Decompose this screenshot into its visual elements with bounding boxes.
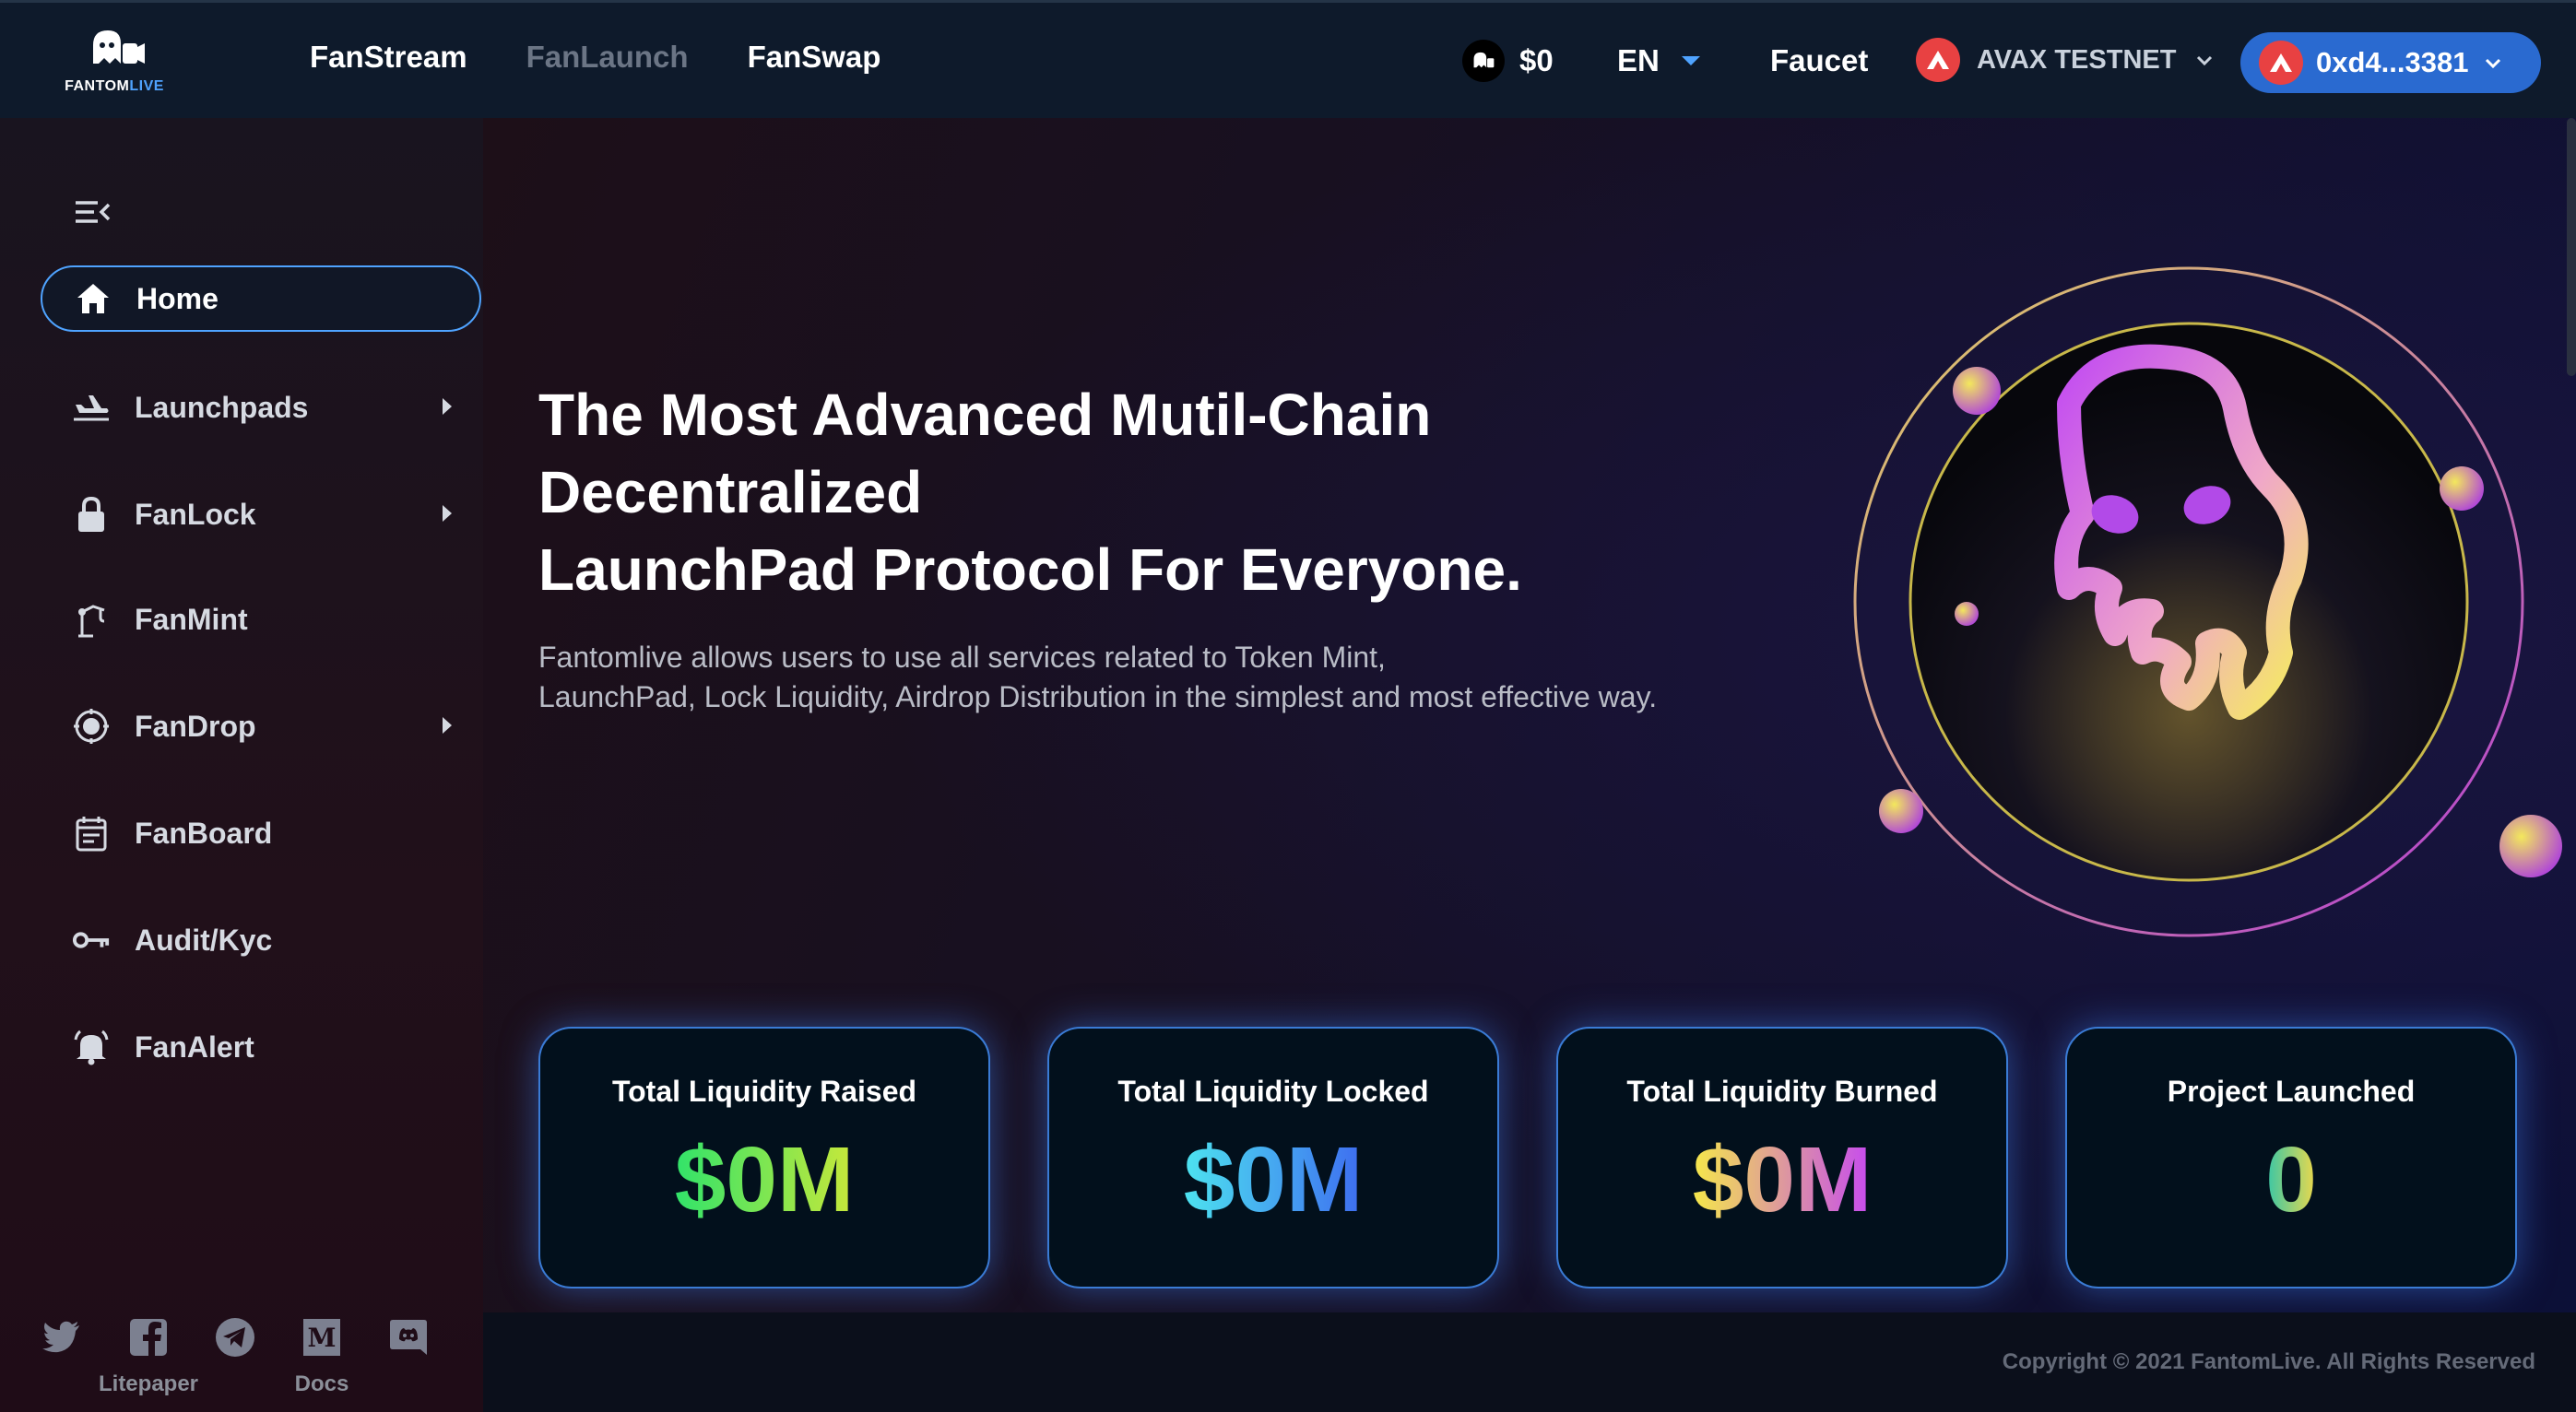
plane-icon [72, 388, 111, 427]
sidebar-item-fandrop[interactable]: FanDrop [41, 693, 481, 759]
litepaper-link[interactable]: Litepaper [99, 1371, 198, 1397]
network-selector[interactable]: AVAX TESTNET [1916, 38, 2216, 82]
facebook-icon [130, 1319, 167, 1356]
discord-icon [390, 1320, 427, 1355]
logo[interactable]: FANTOMLIVE [59, 23, 170, 106]
network-label: AVAX TESTNET [1977, 44, 2177, 75]
parachute-icon [72, 707, 111, 746]
collapse-menu-icon[interactable] [72, 192, 112, 232]
nav-fanlaunch[interactable]: FanLaunch [526, 40, 689, 75]
stat-card-liquidity-locked: Total Liquidity Locked $0M [1047, 1027, 1499, 1288]
chevron-right-icon [443, 398, 452, 415]
ghost-logo-icon [93, 30, 145, 64]
hero-subtitle: Fantomlive allows users to use all servi… [538, 641, 1658, 713]
crane-icon [72, 600, 111, 639]
sidebar-item-fanalert[interactable]: FanAlert [41, 1014, 481, 1080]
sidebar-item-label: Home [136, 281, 219, 315]
chevron-down-icon [2486, 58, 2501, 69]
chevron-right-icon [443, 505, 452, 522]
nav-fanstream[interactable]: FanStream [310, 40, 467, 75]
calendar-icon [72, 814, 111, 853]
balance-value: $0 [1519, 43, 1554, 77]
hero-title: The Most Advanced Mutil-Chain Decentrali… [538, 382, 1522, 603]
telegram-link[interactable] [214, 1316, 256, 1371]
sidebar-item-label: FanBoard [135, 816, 273, 850]
lock-icon [72, 495, 111, 534]
caret-down-icon [1681, 56, 1700, 65]
facebook-link[interactable]: Litepaper [99, 1316, 198, 1397]
ghost-orb-illustration [1853, 266, 2562, 937]
chevron-right-icon [443, 717, 452, 734]
sidebar: Home Launchpads FanLock FanMint FanDrop … [0, 118, 483, 1412]
bell-icon [72, 1028, 111, 1066]
twitter-link[interactable] [41, 1316, 83, 1371]
stat-label: Project Launched [2167, 1075, 2416, 1108]
sidebar-item-label: FanLock [135, 497, 256, 531]
medium-link[interactable]: M Docs [295, 1316, 349, 1397]
ghost-token-icon [1462, 40, 1505, 82]
wallet-address: 0xd4...3381 [2316, 46, 2469, 78]
sidebar-item-label: Launchpads [135, 390, 309, 424]
copyright-text: Copyright © 2021 FantomLive. All Rights … [2002, 1349, 2535, 1374]
social-links-bar: Litepaper M Docs [41, 1316, 430, 1397]
key-icon [72, 921, 111, 959]
docs-link[interactable]: Docs [295, 1371, 349, 1397]
language-selector[interactable]: EN [1617, 43, 1700, 78]
stat-value: $0M [1692, 1128, 1873, 1231]
faucet-link[interactable]: Faucet [1770, 43, 1868, 78]
stat-label: Total Liquidity Locked [1117, 1075, 1429, 1108]
sidebar-item-label: FanMint [135, 602, 248, 636]
sidebar-item-fanlock[interactable]: FanLock [41, 481, 481, 547]
avax-icon [2259, 41, 2303, 85]
avax-icon [1916, 38, 1960, 82]
stat-label: Total Liquidity Raised [611, 1075, 917, 1108]
stat-value: $0M [674, 1128, 855, 1231]
discord-link[interactable] [387, 1316, 430, 1371]
main-nav: FanStream FanLaunch FanSwap [310, 40, 880, 75]
sidebar-item-fanboard[interactable]: FanBoard [41, 800, 481, 866]
sidebar-item-label: FanAlert [135, 1030, 254, 1064]
sidebar-item-audit-kyc[interactable]: Audit/Kyc [41, 907, 481, 973]
twitter-icon [42, 1321, 79, 1353]
stat-value: $0M [1183, 1128, 1364, 1231]
nav-fanswap[interactable]: FanSwap [748, 40, 881, 75]
sidebar-item-launchpads[interactable]: Launchpads [41, 374, 481, 441]
home-icon [74, 279, 112, 318]
stat-label: Total Liquidity Burned [1626, 1075, 1938, 1108]
sidebar-item-label: FanDrop [135, 709, 256, 743]
stat-value: 0 [2265, 1128, 2317, 1231]
stats-cards: Total Liquidity Raised $0M Total Liquidi… [538, 1027, 2517, 1288]
top-navbar: FANTOMLIVE FanStream FanLaunch FanSwap $… [0, 0, 2576, 118]
stat-card-project-launched: Project Launched 0 [2065, 1027, 2517, 1288]
sidebar-item-label: Audit/Kyc [135, 923, 273, 957]
svg-text:M: M [308, 1323, 337, 1353]
sidebar-item-home[interactable]: Home [41, 265, 481, 332]
sidebar-item-fanmint[interactable]: FanMint [41, 586, 481, 653]
token-balance[interactable]: $0 [1462, 40, 1554, 82]
footer: Copyright © 2021 FantomLive. All Rights … [483, 1312, 2576, 1412]
telegram-icon [216, 1318, 254, 1357]
logo-text: FANTOM [65, 78, 130, 94]
wallet-button[interactable]: 0xd4...3381 [2240, 32, 2541, 93]
stat-card-liquidity-burned: Total Liquidity Burned $0M [1556, 1027, 2008, 1288]
main-content: The Most Advanced Mutil-Chain Decentrali… [483, 118, 2576, 1412]
medium-icon: M [303, 1319, 340, 1356]
language-label: EN [1617, 43, 1660, 77]
logo-text-accent: LIVE [129, 78, 164, 94]
chevron-down-icon [2197, 55, 2213, 66]
stat-card-liquidity-raised: Total Liquidity Raised $0M [538, 1027, 990, 1288]
